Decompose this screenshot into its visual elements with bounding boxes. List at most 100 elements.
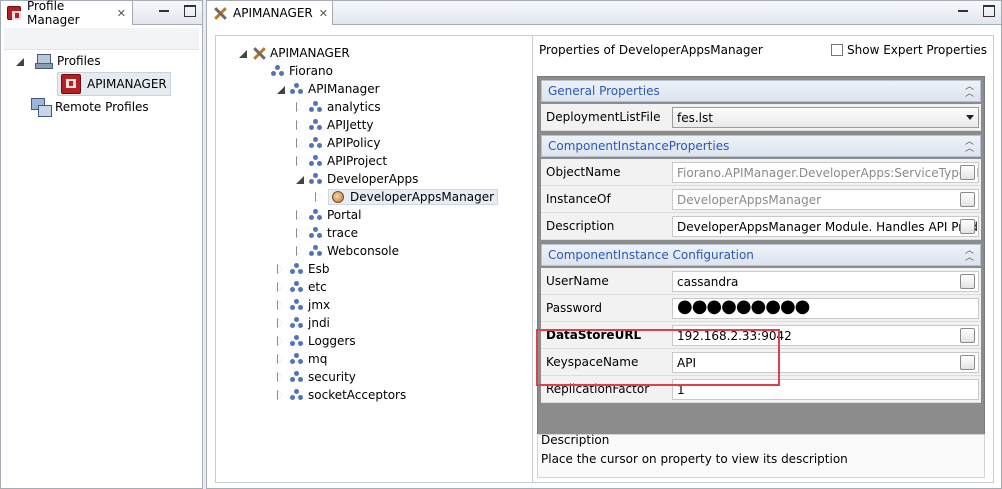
show-expert-properties-toggle[interactable]: Show Expert Properties: [831, 43, 987, 57]
minimize-icon[interactable]: [957, 5, 969, 17]
highlight-annotation-box: [536, 329, 780, 386]
tree-item-security[interactable]: security: [276, 368, 356, 386]
collapse-twisty-icon[interactable]: [276, 84, 286, 94]
expand-twisty-icon[interactable]: [276, 336, 286, 346]
tree-item-etc[interactable]: etc: [276, 278, 327, 296]
username-field[interactable]: cassandra: [672, 271, 979, 292]
tree-item-remote-label: Remote Profiles: [55, 100, 149, 114]
expand-twisty-icon[interactable]: [295, 102, 305, 112]
property-row-username: UserName cassandra: [541, 268, 981, 295]
field-value: DeveloperAppsManager: [677, 192, 822, 207]
section-header[interactable]: ComponentInstance Configuration ︿ ︿: [541, 244, 981, 266]
property-label: DeploymentListFile: [546, 110, 661, 124]
selected-tree-item[interactable]: DeveloperAppsManager: [328, 189, 499, 205]
collapse-chevron-icon[interactable]: ︿ ︿: [965, 138, 974, 154]
node-icon: [290, 298, 304, 312]
close-icon[interactable]: ✕: [319, 7, 328, 20]
close-icon[interactable]: ✕: [117, 7, 126, 20]
remote-profiles-icon: [31, 98, 52, 117]
show-expert-checkbox[interactable]: [831, 44, 844, 56]
tree-item-developerapps[interactable]: DeveloperApps: [295, 170, 418, 188]
tree-item-developerappsmanager[interactable]: DeveloperAppsManager: [314, 188, 499, 206]
edit-ellipsis-button[interactable]: [960, 192, 975, 207]
node-icon: [290, 334, 304, 348]
tab-apimanager[interactable]: APIMANAGER ✕: [207, 1, 333, 25]
tree-item-label: APIProject: [327, 154, 388, 168]
tree-item-apijetty[interactable]: APIJetty: [295, 116, 373, 134]
node-icon: [290, 280, 304, 294]
selected-profile[interactable]: APIMANAGER: [57, 72, 171, 96]
expand-twisty-icon[interactable]: [295, 246, 305, 256]
collapse-chevron-icon[interactable]: ︿ ︿: [965, 247, 974, 263]
collapse-twisty-icon[interactable]: [238, 48, 248, 58]
field-value: DeveloperAppsManager Module. Handles API…: [677, 219, 979, 234]
tree-item-apipolicy[interactable]: APIPolicy: [295, 134, 381, 152]
tree-item-fiorano[interactable]: Fiorano: [257, 62, 333, 80]
expand-twisty-icon[interactable]: [295, 138, 305, 148]
node-icon: [309, 226, 323, 240]
tree-item-apimanager-profile[interactable]: APIMANAGER: [57, 72, 171, 96]
tree-item-label: APIMANAGER: [270, 46, 350, 60]
password-field[interactable]: ●●●●●●●●●: [672, 298, 979, 319]
expand-twisty-icon[interactable]: [295, 156, 305, 166]
expand-twisty-icon[interactable]: [314, 192, 324, 202]
tree-item-jmx[interactable]: jmx: [276, 296, 330, 314]
edit-ellipsis-button[interactable]: [960, 165, 975, 180]
node-icon: [309, 100, 323, 114]
maximize-icon[interactable]: [983, 5, 995, 17]
expand-twisty-icon[interactable]: [276, 282, 286, 292]
tree-item-trace[interactable]: trace: [295, 224, 358, 242]
tab-apimanager-label: APIMANAGER: [233, 6, 313, 20]
window-buttons: [957, 5, 995, 17]
chevron-down-icon[interactable]: [966, 115, 974, 120]
edit-ellipsis-button[interactable]: [960, 274, 975, 289]
expand-twisty-icon[interactable]: [295, 120, 305, 130]
collapse-twisty-icon[interactable]: [295, 174, 305, 184]
expand-twisty-icon[interactable]: [15, 56, 25, 66]
tree-item-profiles[interactable]: Profiles: [15, 52, 101, 70]
tree-item-apimanager[interactable]: APIMANAGER: [238, 44, 350, 62]
tree-item-apimanager-label: APIMANAGER: [87, 77, 167, 91]
expand-twisty-icon[interactable]: [276, 372, 286, 382]
tree-item-label: DeveloperApps: [327, 172, 419, 186]
tree-item-remote-profiles[interactable]: Remote Profiles: [31, 97, 149, 117]
tools-icon: [252, 46, 266, 60]
description-text: Place the cursor on property to view its…: [541, 452, 848, 466]
expand-twisty-icon[interactable]: [276, 264, 286, 274]
maximize-icon[interactable]: [184, 5, 196, 17]
section-header[interactable]: ComponentInstanceProperties ︿ ︿: [541, 135, 981, 157]
node-icon: [290, 388, 304, 402]
expand-twisty-icon[interactable]: [276, 354, 286, 364]
edit-ellipsis-button[interactable]: [960, 355, 975, 370]
expand-twisty-icon[interactable]: [276, 300, 286, 310]
node-icon: [290, 370, 304, 384]
property-label: InstanceOf: [546, 192, 611, 206]
node-icon: [290, 262, 304, 276]
tree-item-portal[interactable]: Portal: [295, 206, 361, 224]
tab-profile-manager[interactable]: Profile Manager ✕: [1, 0, 133, 27]
expand-twisty-icon[interactable]: [276, 390, 286, 400]
section-header[interactable]: General Properties ︿ ︿: [541, 80, 981, 102]
tree-item-socketacceptors[interactable]: socketAcceptors: [276, 386, 406, 404]
expand-twisty-icon[interactable]: [295, 210, 305, 220]
minimize-icon[interactable]: [158, 5, 170, 17]
edit-ellipsis-button[interactable]: [960, 328, 975, 343]
node-icon: [309, 208, 323, 222]
deployment-list-file-select[interactable]: fes.lst: [672, 107, 979, 128]
collapse-chevron-icon[interactable]: ︿ ︿: [965, 83, 974, 99]
node-icon: [271, 64, 285, 78]
expand-twisty-icon[interactable]: [276, 318, 286, 328]
description-field[interactable]: DeveloperAppsManager Module. Handles API…: [672, 216, 979, 237]
tree-item-apimanager[interactable]: APIManager: [276, 80, 380, 98]
tree-item-analytics[interactable]: analytics: [295, 98, 381, 116]
tree-item-esb[interactable]: Esb: [276, 260, 329, 278]
tree-item-jndi[interactable]: jndi: [276, 314, 330, 332]
edit-ellipsis-button[interactable]: [960, 219, 975, 234]
tree-item-apiproject[interactable]: APIProject: [295, 152, 387, 170]
expand-twisty-icon[interactable]: [295, 228, 305, 238]
tree-item-mq[interactable]: mq: [276, 350, 327, 368]
tree-item-label: socketAcceptors: [308, 388, 407, 402]
tree-item-loggers[interactable]: Loggers: [276, 332, 356, 350]
node-icon: [309, 118, 323, 132]
tree-item-webconsole[interactable]: Webconsole: [295, 242, 399, 260]
